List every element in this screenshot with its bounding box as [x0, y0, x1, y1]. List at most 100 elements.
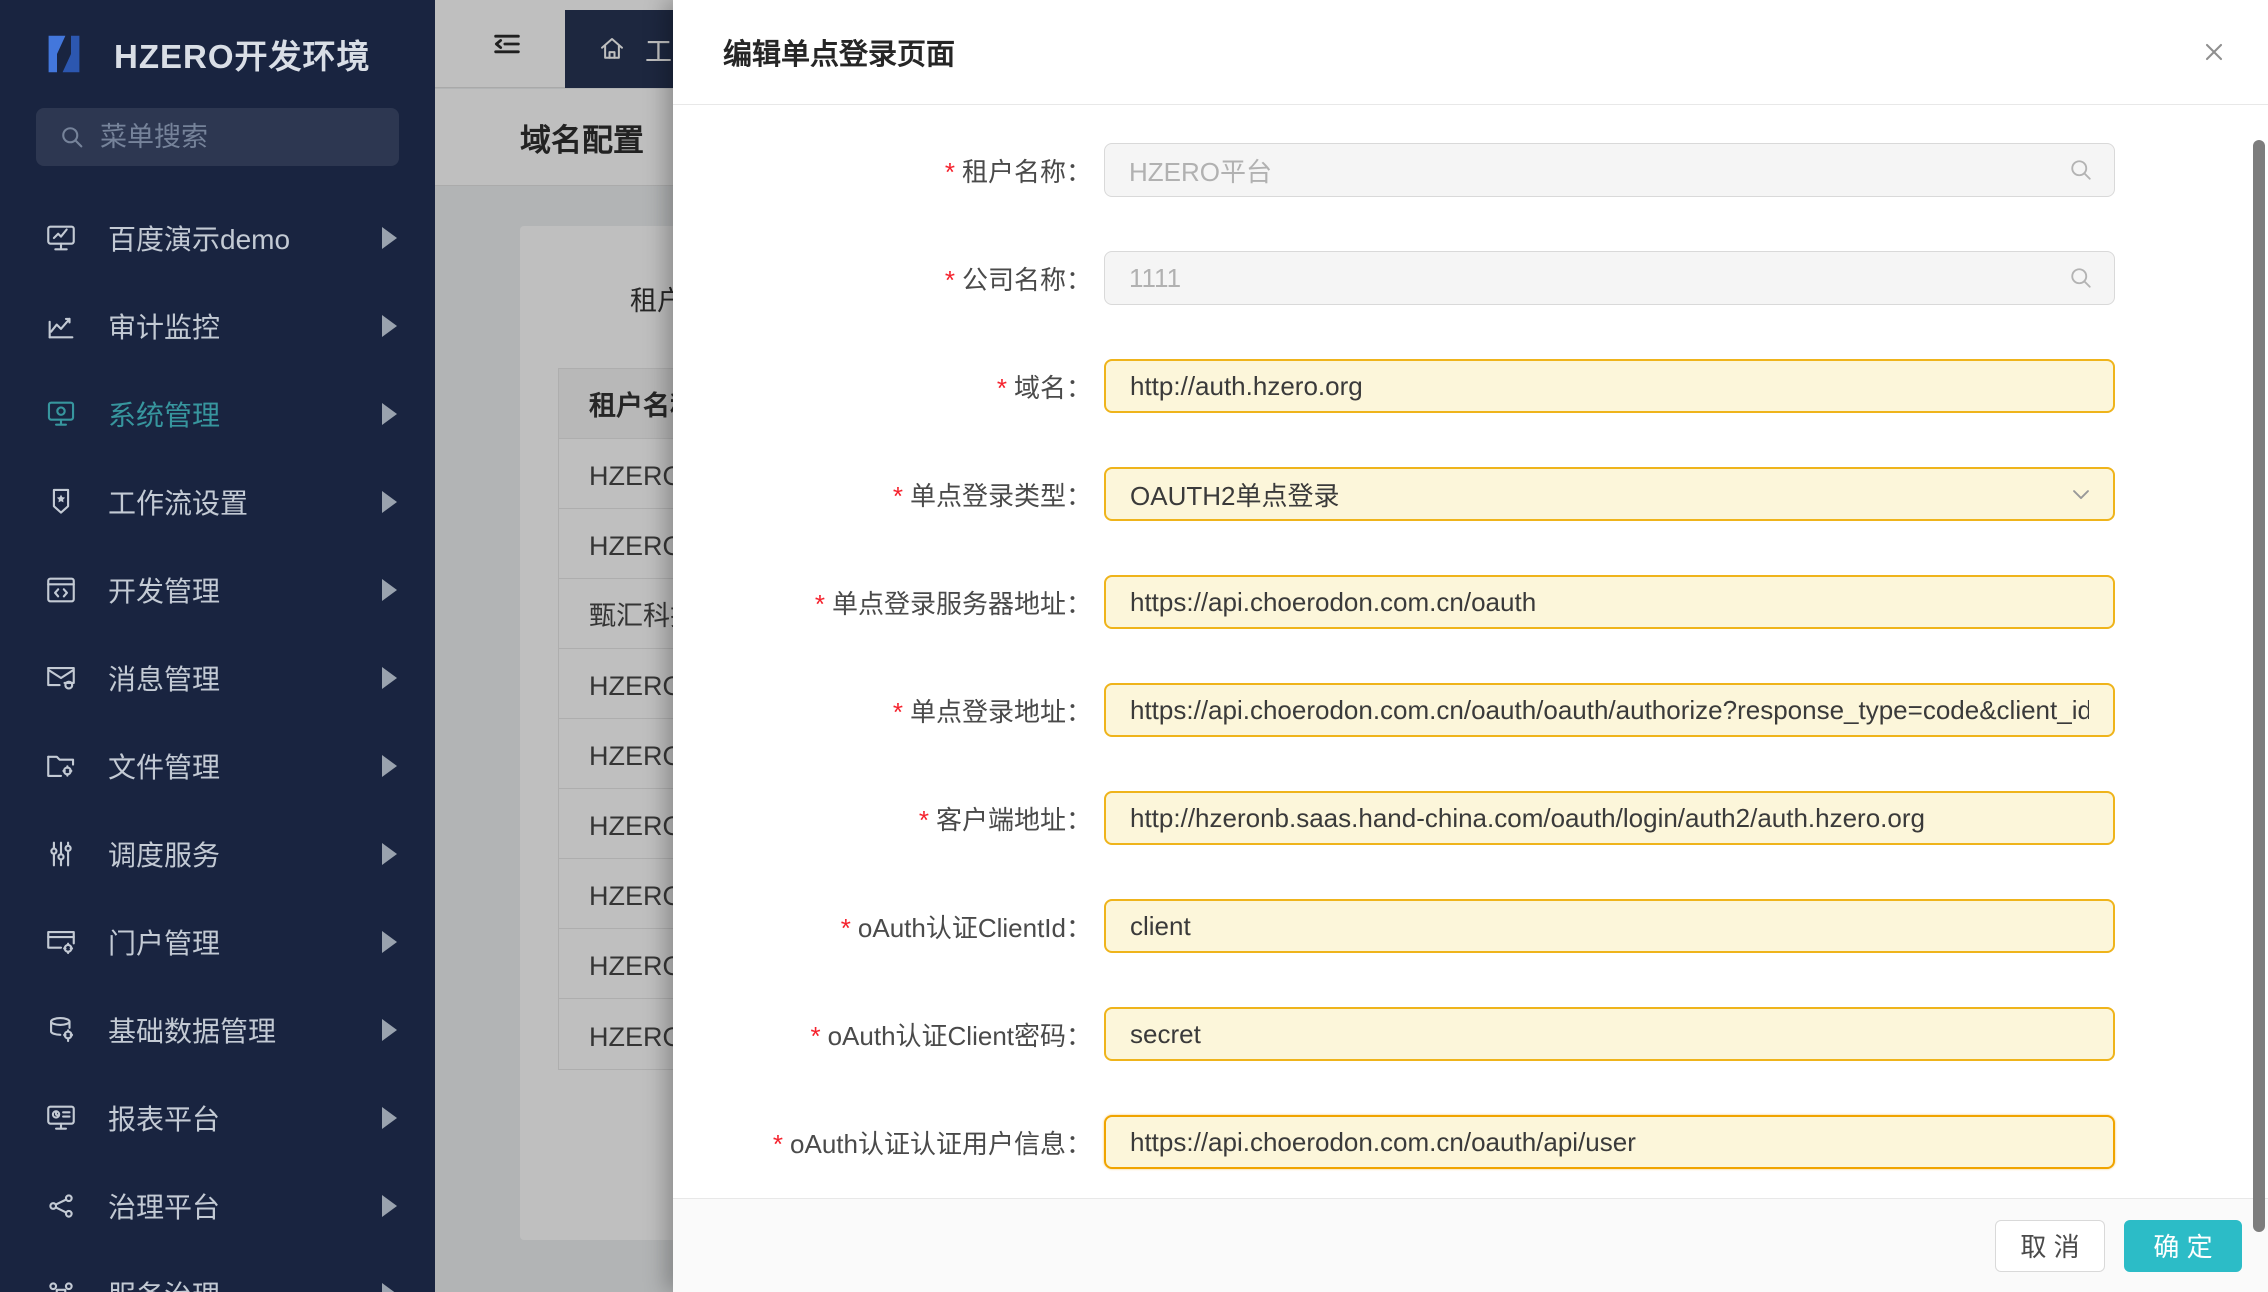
sidebar-item-audit-monitor[interactable]: 审计监控	[0, 282, 435, 370]
oauth-userinfo-url-input[interactable]	[1104, 1115, 2115, 1169]
form-row-client-url: *客户端地址：	[673, 791, 2268, 845]
required-asterisk: *	[919, 805, 929, 835]
sidebar-item-label: 消息管理	[108, 658, 220, 698]
sidebar-item-governance-platform[interactable]: 治理平台	[0, 1162, 435, 1250]
sliders-icon	[44, 835, 82, 873]
brand-title: HZERO开发环境	[114, 30, 371, 78]
sidebar-item-system-management[interactable]: 系统管理	[0, 370, 435, 458]
sidebar-item-portal-management[interactable]: 门户管理	[0, 898, 435, 986]
sso-type-select[interactable]: OAUTH2单点登录	[1104, 467, 2115, 521]
form-row-tenant-name: *租户名称：	[673, 143, 2268, 197]
search-icon[interactable]	[2067, 156, 2095, 184]
chevron-right-icon	[382, 403, 397, 425]
sidebar-item-label: 开发管理	[108, 570, 220, 610]
chevron-right-icon	[382, 491, 397, 513]
field-label: *客户端地址：	[673, 800, 1092, 837]
search-icon[interactable]	[2067, 264, 2095, 292]
sidebar-item-base-data-management[interactable]: 基础数据管理	[0, 986, 435, 1074]
field-label: *单点登录地址：	[673, 692, 1092, 729]
oauth-client-secret-input[interactable]	[1104, 1007, 2115, 1061]
chevron-right-icon	[382, 1107, 397, 1129]
sidebar-item-label: 工作流设置	[108, 482, 248, 522]
form-row-sso-type: *单点登录类型： OAUTH2单点登录	[673, 467, 2268, 521]
form-row-sso-login-url: *单点登录地址：	[673, 683, 2268, 737]
sidebar-item-schedule-service[interactable]: 调度服务	[0, 810, 435, 898]
sidebar-item-service-governance[interactable]: 服务治理	[0, 1250, 435, 1292]
sidebar-item-file-management[interactable]: 文件管理	[0, 722, 435, 810]
sso-login-url-input[interactable]	[1104, 683, 2115, 737]
confirm-button[interactable]: 确 定	[2124, 1220, 2242, 1272]
chevron-right-icon	[382, 843, 397, 865]
field-label: *单点登录类型：	[673, 476, 1092, 513]
form-row-domain: *域名：	[673, 359, 2268, 413]
chevron-right-icon	[382, 667, 397, 689]
sidebar-item-report-platform[interactable]: 报表平台	[0, 1074, 435, 1162]
sidebar-item-label: 服务治理	[108, 1274, 220, 1292]
field-label: *oAuth认证Client密码：	[673, 1016, 1092, 1053]
drawer-header: 编辑单点登录页面	[673, 0, 2268, 105]
sidebar-item-label: 文件管理	[108, 746, 220, 786]
required-asterisk: *	[773, 1129, 783, 1159]
menu-search-input[interactable]	[100, 122, 360, 153]
required-asterisk: *	[841, 913, 851, 943]
required-asterisk: *	[815, 589, 825, 619]
sidebar-item-baidu-demo[interactable]: 百度演示demo	[0, 194, 435, 282]
sidebar: HZERO开发环境 百度演示demo	[0, 0, 435, 1292]
sso-login-url-field	[1104, 683, 2115, 737]
field-label: *公司名称：	[673, 260, 1092, 297]
oauth-userinfo-url-field	[1104, 1115, 2115, 1169]
sidebar-item-label: 审计监控	[108, 306, 220, 346]
workflow-flag-icon	[44, 483, 82, 521]
menu-search-box[interactable]	[36, 108, 399, 166]
drawer-title: 编辑单点登录页面	[723, 31, 955, 73]
sso-server-url-field	[1104, 575, 2115, 629]
required-asterisk: *	[997, 373, 1007, 403]
field-label: *oAuth认证ClientId：	[673, 908, 1092, 945]
form-row-oauth-client-secret: *oAuth认证Client密码：	[673, 1007, 2268, 1061]
chevron-right-icon	[382, 315, 397, 337]
sidebar-item-message-management[interactable]: 消息管理	[0, 634, 435, 722]
required-asterisk: *	[945, 265, 955, 295]
sidebar-item-label: 基础数据管理	[108, 1010, 276, 1050]
oauth-client-id-input[interactable]	[1104, 899, 2115, 953]
audit-chart-icon	[44, 307, 82, 345]
required-asterisk: *	[893, 481, 903, 511]
field-label: *租户名称：	[673, 152, 1092, 189]
required-asterisk: *	[893, 697, 903, 727]
cancel-button[interactable]: 取 消	[1995, 1220, 2105, 1272]
sidebar-menu: 百度演示demo 审计监控 系统管理	[0, 194, 435, 1292]
sidebar-item-label: 门户管理	[108, 922, 220, 962]
network-nodes-icon	[44, 1187, 82, 1225]
sidebar-item-dev-management[interactable]: 开发管理	[0, 546, 435, 634]
domain-field	[1104, 359, 2115, 413]
domain-input[interactable]	[1104, 359, 2115, 413]
vertical-scrollbar[interactable]	[2253, 140, 2265, 1232]
portal-window-gear-icon	[44, 923, 82, 961]
tenant-name-lov	[1104, 143, 2115, 197]
search-icon	[58, 123, 86, 151]
required-asterisk: *	[945, 157, 955, 187]
folder-gear-icon	[44, 747, 82, 785]
client-url-input[interactable]	[1104, 791, 2115, 845]
hzero-logo-icon	[36, 26, 92, 82]
company-name-lov	[1104, 251, 2115, 305]
company-name-input	[1104, 251, 2115, 305]
field-label: *单点登录服务器地址：	[673, 584, 1092, 621]
chevron-right-icon	[382, 1195, 397, 1217]
sso-type-value[interactable]: OAUTH2单点登录	[1104, 467, 2115, 521]
system-monitor-gear-icon	[44, 395, 82, 433]
chevron-right-icon	[382, 755, 397, 777]
oauth-client-id-field	[1104, 899, 2115, 953]
close-icon[interactable]	[2200, 38, 2228, 66]
form-row-oauth-client-id: *oAuth认证ClientId：	[673, 899, 2268, 953]
presentation-icon	[44, 219, 82, 257]
sidebar-item-workflow-settings[interactable]: 工作流设置	[0, 458, 435, 546]
sso-server-url-input[interactable]	[1104, 575, 2115, 629]
sidebar-item-label: 报表平台	[108, 1098, 220, 1138]
drawer-footer: 取 消 确 定	[673, 1198, 2268, 1292]
dev-code-window-icon	[44, 571, 82, 609]
form-row-company-name: *公司名称：	[673, 251, 2268, 305]
command-icon	[44, 1275, 82, 1292]
chevron-right-icon	[382, 1283, 397, 1292]
field-label: *oAuth认证认证用户信息：	[673, 1124, 1092, 1161]
